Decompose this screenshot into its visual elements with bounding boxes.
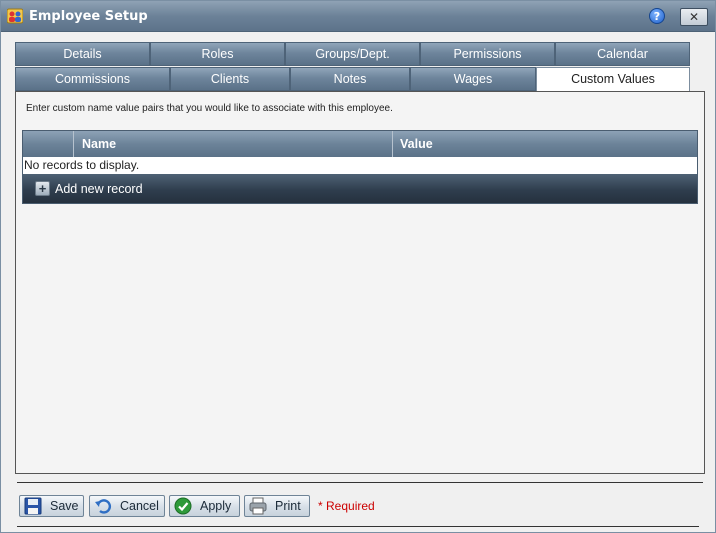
tab-wages[interactable]: Wages [410, 67, 536, 91]
check-icon [174, 497, 192, 515]
footer-divider-top [17, 482, 703, 483]
tab-clients[interactable]: Clients [170, 67, 290, 91]
panel-description: Enter custom name value pairs that you w… [26, 103, 393, 114]
print-button[interactable]: Print [244, 495, 310, 517]
add-new-record-label: Add new record [55, 181, 143, 196]
window-title: Employee Setup [29, 9, 148, 24]
column-header-name[interactable]: Name [74, 131, 393, 157]
tab-groups-dept[interactable]: Groups/Dept. [285, 42, 420, 66]
custom-values-grid: Name Value No records to display. + Add … [22, 130, 698, 204]
save-label: Save [50, 499, 79, 513]
save-button[interactable]: Save [19, 495, 84, 517]
tab-commissions[interactable]: Commissions [15, 67, 170, 91]
tab-custom-values[interactable]: Custom Values [536, 67, 690, 93]
column-header-select [23, 131, 74, 157]
tab-calendar[interactable]: Calendar [555, 42, 690, 66]
floppy-icon [24, 497, 42, 515]
title-bar: Employee Setup ? ✕ [1, 1, 715, 32]
tab-permissions[interactable]: Permissions [420, 42, 555, 66]
print-label: Print [275, 499, 301, 513]
cancel-button[interactable]: Cancel [89, 495, 165, 517]
close-button[interactable]: ✕ [680, 8, 708, 26]
apply-label: Apply [200, 499, 232, 513]
apply-button[interactable]: Apply [169, 495, 240, 517]
footer-divider-bottom [17, 526, 699, 527]
employee-setup-window: Employee Setup ? ✕ Details Roles Groups/… [0, 0, 716, 533]
tab-details[interactable]: Details [15, 42, 150, 66]
tab-roles[interactable]: Roles [150, 42, 285, 66]
grid-header: Name Value [23, 131, 697, 157]
app-icon [7, 8, 23, 24]
grid-command-bar: + Add new record [23, 174, 697, 203]
custom-values-panel: Enter custom name value pairs that you w… [15, 91, 705, 474]
printer-icon [249, 497, 267, 515]
undo-icon [95, 499, 112, 514]
help-icon[interactable]: ? [649, 8, 665, 24]
empty-grid-message: No records to display. [23, 157, 697, 174]
add-new-record-button[interactable]: + Add new record [35, 181, 143, 196]
plus-icon: + [35, 181, 50, 196]
column-header-value[interactable]: Value [393, 131, 697, 157]
cancel-label: Cancel [120, 499, 159, 513]
tab-notes[interactable]: Notes [290, 67, 410, 91]
required-note: * Required [318, 499, 375, 513]
